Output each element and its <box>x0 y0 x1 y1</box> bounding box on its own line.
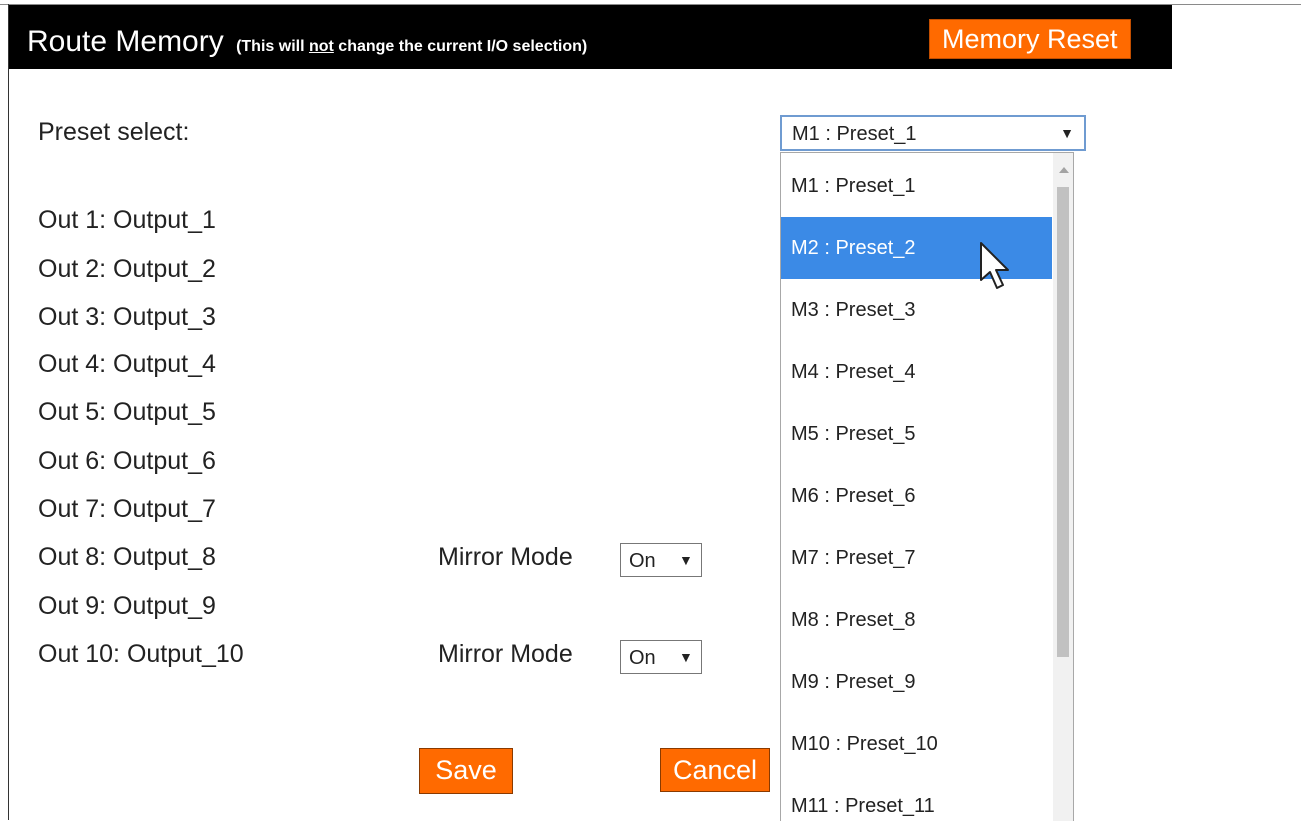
chevron-down-icon: ▼ <box>1060 125 1074 141</box>
note-suffix: change the current I/O selection) <box>333 38 588 55</box>
scrollbar-thumb[interactable] <box>1057 187 1069 657</box>
mirror-mode-select-out8[interactable]: On ▼ <box>620 543 702 577</box>
preset-select[interactable]: M1 : Preset_1 ▼ <box>780 115 1086 151</box>
page-title: Route Memory (This will not change the c… <box>27 25 587 59</box>
option-label: M4 : Preset_4 <box>791 361 916 383</box>
mirror-mode-select-out10[interactable]: On ▼ <box>620 640 702 674</box>
dropdown-option[interactable]: M10 : Preset_10 <box>781 713 1052 775</box>
preset-select-label: Preset select: <box>38 118 190 146</box>
output-label-2: Out 2: Output_2 <box>38 255 216 283</box>
cancel-button[interactable]: Cancel <box>660 748 770 792</box>
memory-reset-button[interactable]: Memory Reset <box>929 19 1131 59</box>
chevron-down-icon: ▼ <box>679 552 693 568</box>
dropdown-option[interactable]: M1 : Preset_1 <box>781 155 1052 217</box>
scroll-up-arrow-icon[interactable] <box>1059 167 1069 173</box>
dropdown-option[interactable]: M7 : Preset_7 <box>781 527 1052 589</box>
note-emphasis: not <box>308 38 334 55</box>
output-label-7: Out 7: Output_7 <box>38 495 216 523</box>
dropdown-option[interactable]: M11 : Preset_11 <box>781 775 1052 821</box>
option-label: M9 : Preset_9 <box>791 671 916 693</box>
save-button[interactable]: Save <box>419 748 513 794</box>
output-label-8: Out 8: Output_8 <box>38 543 216 571</box>
route-memory-header: Route Memory (This will not change the c… <box>9 5 1172 69</box>
output-label-1: Out 1: Output_1 <box>38 206 216 234</box>
dropdown-scrollbar[interactable] <box>1053 153 1073 821</box>
mirror-mode-label-out10: Mirror Mode <box>438 640 573 668</box>
option-label: M8 : Preset_8 <box>791 609 916 631</box>
dropdown-option[interactable]: M9 : Preset_9 <box>781 651 1052 713</box>
output-label-3: Out 3: Output_3 <box>38 303 216 331</box>
option-label: M11 : Preset_11 <box>791 795 935 817</box>
header-note: (This will not change the current I/O se… <box>236 38 587 55</box>
output-label-4: Out 4: Output_4 <box>38 350 216 378</box>
preset-select-value: M1 : Preset_1 <box>792 123 917 145</box>
dropdown-option[interactable]: M5 : Preset_5 <box>781 403 1052 465</box>
mirror-mode-value-out10: On <box>629 647 656 669</box>
output-label-10: Out 10: Output_10 <box>38 640 244 668</box>
output-label-9: Out 9: Output_9 <box>38 592 216 620</box>
note-prefix: (This will <box>236 38 309 55</box>
panel-left-border <box>8 4 9 820</box>
option-label: M6 : Preset_6 <box>791 485 916 507</box>
output-label-5: Out 5: Output_5 <box>38 398 216 426</box>
option-label: M10 : Preset_10 <box>791 733 938 755</box>
option-label: M7 : Preset_7 <box>791 547 916 569</box>
mirror-mode-value-out8: On <box>629 550 656 572</box>
output-label-6: Out 6: Output_6 <box>38 447 216 475</box>
preset-dropdown-list[interactable]: M1 : Preset_1 M2 : Preset_2 M3 : Preset_… <box>780 152 1074 821</box>
option-label: M3 : Preset_3 <box>791 299 916 321</box>
option-label: M1 : Preset_1 <box>791 175 916 197</box>
option-label: M2 : Preset_2 <box>791 237 916 259</box>
title-text: Route Memory <box>27 25 224 58</box>
option-label: M5 : Preset_5 <box>791 423 916 445</box>
chevron-down-icon: ▼ <box>679 649 693 665</box>
mirror-mode-label-out8: Mirror Mode <box>438 543 573 571</box>
dropdown-option[interactable]: M8 : Preset_8 <box>781 589 1052 651</box>
pointer-cursor-icon <box>980 242 1009 289</box>
dropdown-option[interactable]: M6 : Preset_6 <box>781 465 1052 527</box>
dropdown-option[interactable]: M4 : Preset_4 <box>781 341 1052 403</box>
